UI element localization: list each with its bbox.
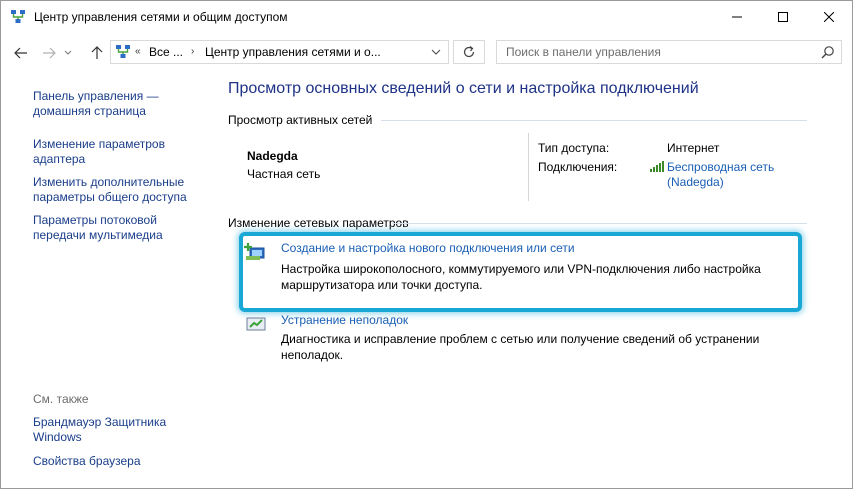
see-also-heading: См. также — [33, 392, 89, 406]
section-divider — [381, 120, 807, 121]
up-button[interactable] — [87, 43, 107, 63]
minimize-icon — [732, 16, 742, 18]
see-also-link-browser-properties[interactable]: Свойства браузера — [33, 454, 203, 469]
maximize-icon — [778, 12, 788, 22]
close-button[interactable] — [806, 1, 852, 33]
overflow-chevron-icon: « — [135, 46, 141, 57]
sidebar-link-control-panel-home[interactable]: Панель управления — домашняя страница — [33, 89, 203, 119]
recent-locations-button[interactable] — [61, 43, 75, 63]
breadcrumb-overflow[interactable]: Все ... — [149, 45, 183, 59]
task-new-connection-link[interactable]: Создание и настройка нового подключения … — [281, 241, 575, 255]
connection-link[interactable]: Беспроводная сеть (Nadegda) — [667, 160, 774, 190]
connection-link-line1[interactable]: Беспроводная сеть — [667, 160, 774, 175]
forward-button[interactable] — [39, 43, 59, 63]
breadcrumb-current[interactable]: Центр управления сетями и о... — [205, 45, 381, 59]
arrow-right-icon — [43, 47, 56, 59]
network-name: Nadegda — [247, 149, 298, 163]
network-divider — [528, 133, 529, 201]
refresh-button[interactable] — [453, 40, 485, 64]
window: Центр управления сетями и общим доступом — [0, 0, 853, 489]
address-bar[interactable]: « Все ... › Центр управления сетями и о.… — [110, 40, 449, 64]
new-connection-icon — [244, 243, 265, 260]
troubleshoot-icon — [246, 317, 266, 331]
sidebar-link-advanced-sharing[interactable]: Изменить дополнительные параметры общего… — [33, 175, 193, 205]
active-networks-heading: Просмотр активных сетей — [228, 113, 373, 127]
task-troubleshoot-link[interactable]: Устранение неполадок — [281, 313, 408, 327]
network-center-icon — [116, 45, 130, 58]
minimize-button[interactable] — [714, 1, 760, 33]
sidebar-link-media-streaming[interactable]: Параметры потоковой передачи мультимедиа — [33, 213, 173, 243]
connection-link-line2[interactable]: (Nadegda) — [667, 175, 774, 190]
search-input[interactable]: Поиск в панели управления — [496, 40, 842, 64]
left-pane: Панель управления — домашняя страница Из… — [1, 73, 206, 489]
refresh-icon — [463, 46, 475, 58]
search-placeholder: Поиск в панели управления — [506, 45, 661, 59]
task-troubleshoot-desc: Диагностика и исправление проблем с сеть… — [281, 332, 760, 362]
connections-label: Подключения: — [538, 160, 618, 174]
arrow-up-icon — [91, 46, 103, 59]
see-also-link-firewall[interactable]: Брандмауэр Защитника Windows — [33, 415, 173, 445]
search-icon[interactable] — [821, 45, 835, 59]
access-type-label: Тип доступа: — [538, 141, 610, 155]
back-button[interactable] — [11, 43, 31, 63]
change-settings-heading: Изменение сетевых параметров — [228, 216, 409, 230]
network-category[interactable]: Частная сеть — [247, 167, 320, 181]
access-type-value: Интернет — [667, 141, 720, 155]
maximize-button[interactable] — [760, 1, 806, 33]
sidebar-link-adapter-settings[interactable]: Изменение параметров адаптера — [33, 137, 173, 167]
address-row: « Все ... › Центр управления сетями и о.… — [1, 33, 852, 73]
title-bar: Центр управления сетями и общим доступом — [1, 1, 852, 33]
wifi-signal-icon — [650, 161, 664, 172]
window-title: Центр управления сетями и общим доступом — [34, 10, 288, 24]
chevron-down-icon — [64, 50, 72, 55]
section-divider — [392, 223, 807, 224]
network-center-icon — [11, 10, 25, 23]
close-icon — [824, 12, 834, 22]
task-new-connection-desc: Настройка широкополосного, коммутируемог… — [281, 262, 761, 292]
page-title: Просмотр основных сведений о сети и наст… — [228, 80, 699, 97]
chevron-down-icon[interactable] — [430, 45, 442, 59]
breadcrumb-separator-icon[interactable]: › — [191, 46, 194, 57]
arrow-left-icon — [14, 47, 27, 59]
